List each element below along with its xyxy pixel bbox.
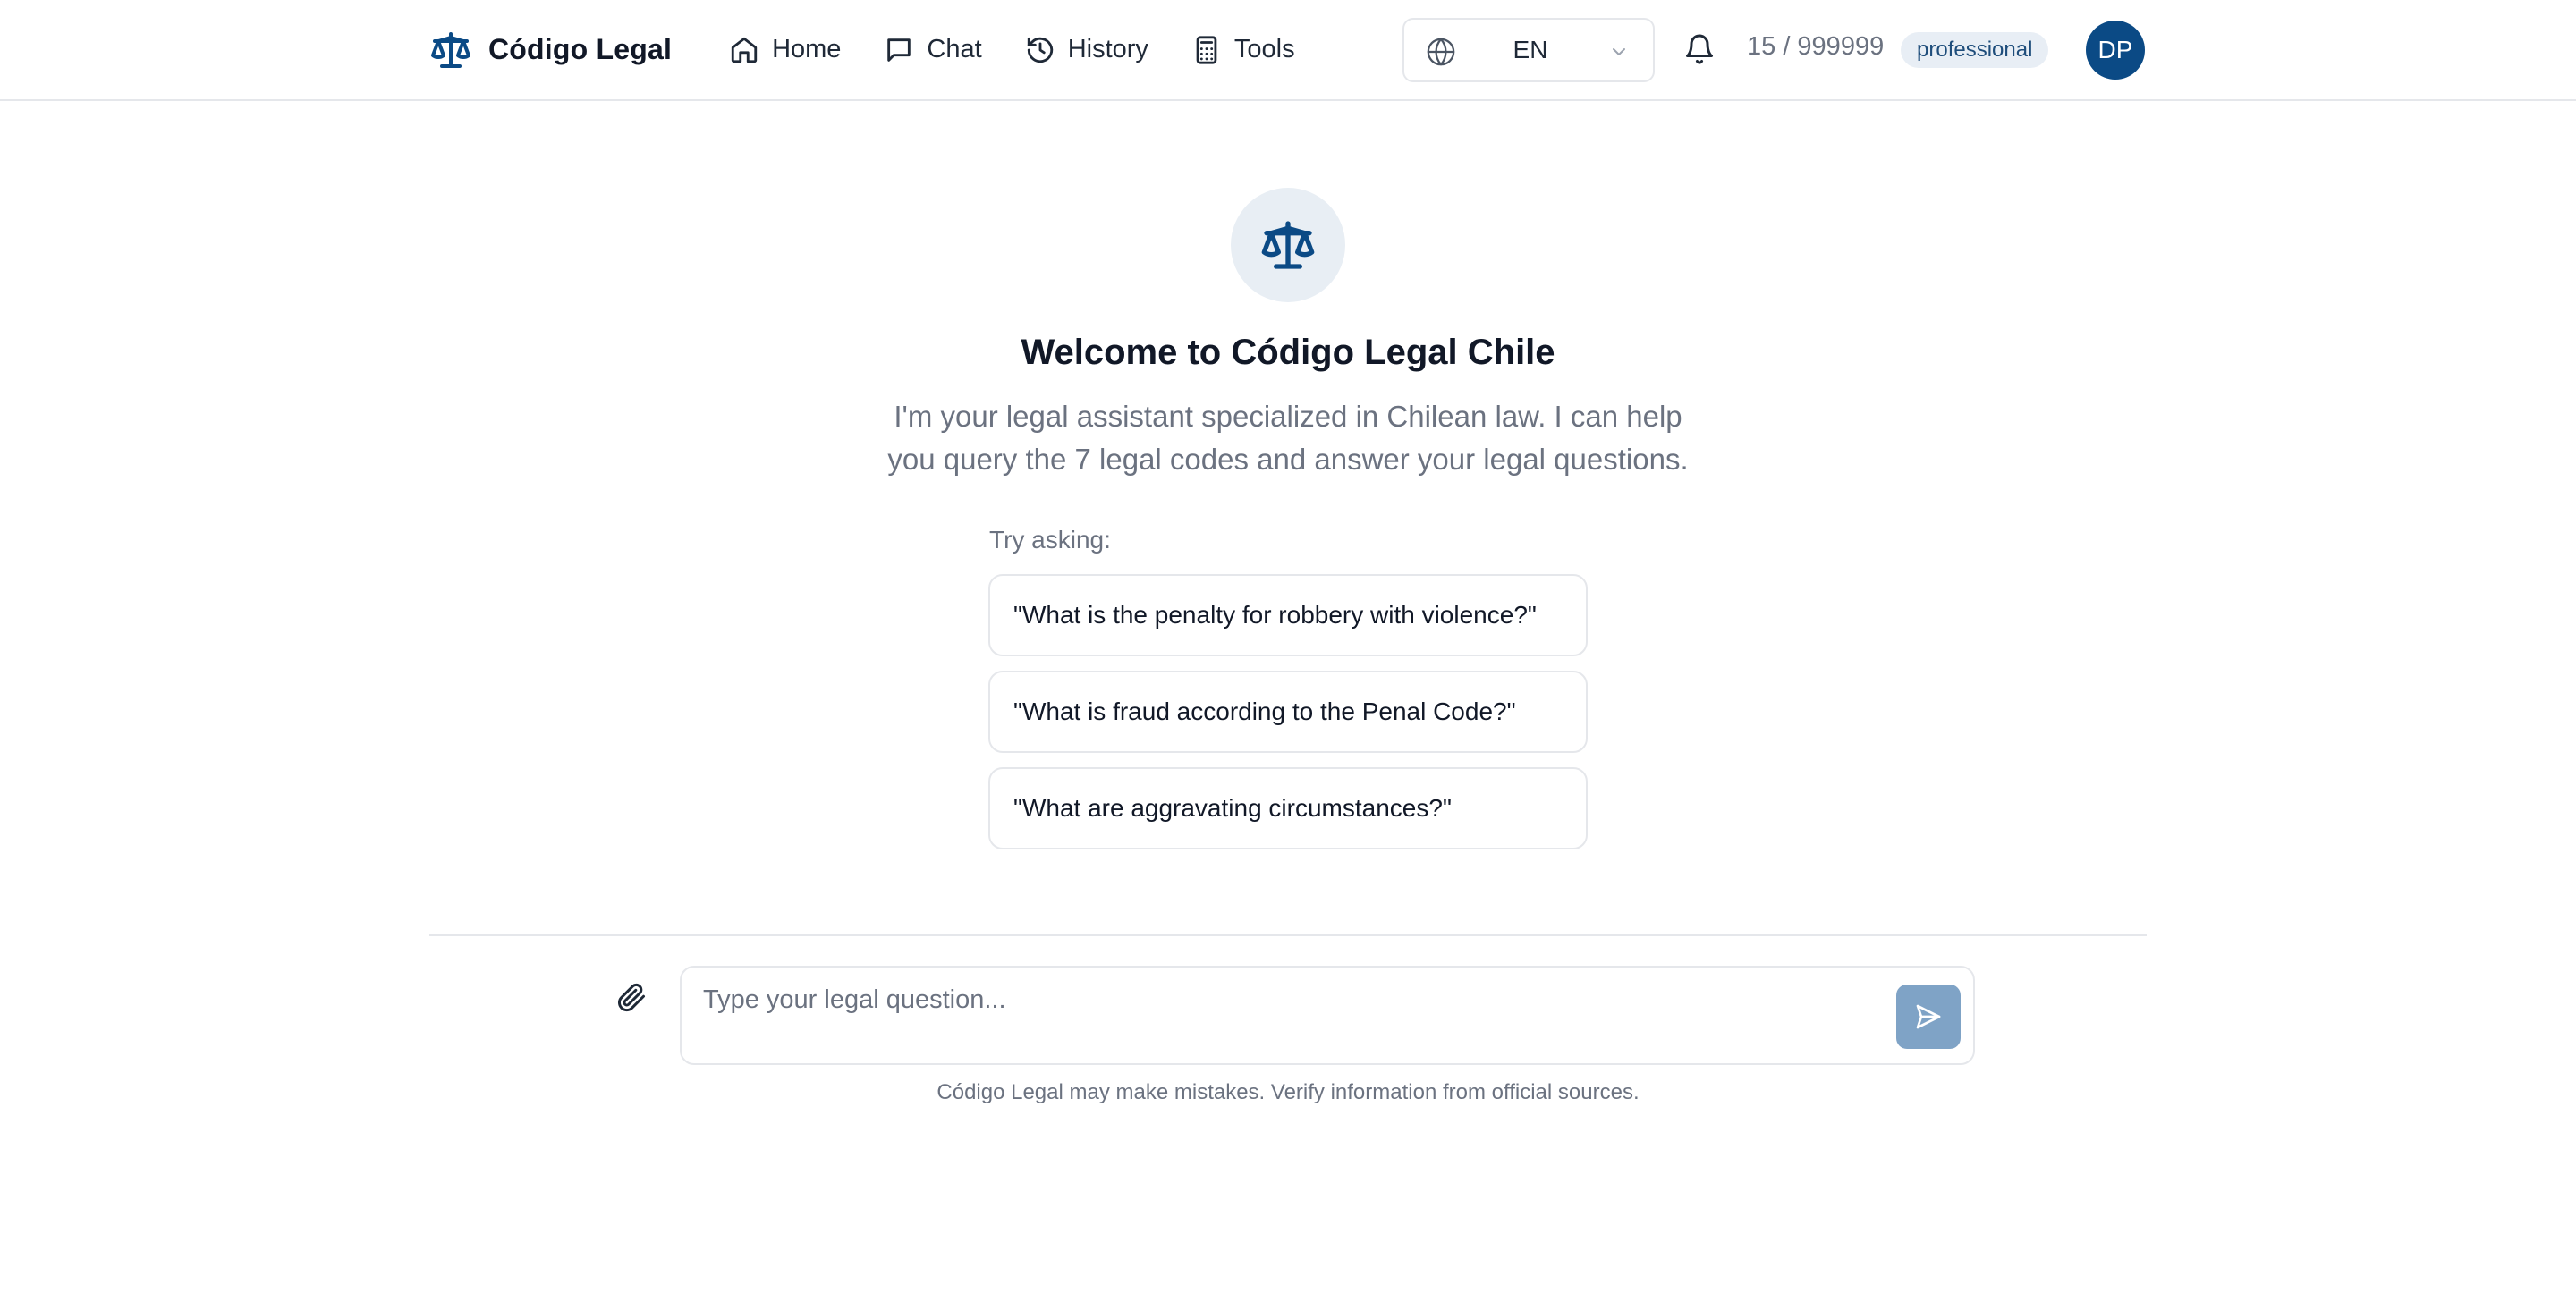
app-root: Código Legal Home Chat History Tools EN … <box>0 0 2576 1293</box>
calculator-icon <box>1196 35 1217 64</box>
question-input[interactable] <box>703 985 1812 1048</box>
welcome-title: Welcome to Código Legal Chile <box>1021 333 1555 372</box>
message-composer <box>680 966 1975 1065</box>
nav-item-home[interactable]: Home <box>729 35 841 65</box>
nav-item-chat[interactable]: Chat <box>884 35 982 65</box>
paperclip-icon[interactable] <box>615 981 648 1013</box>
send-button[interactable] <box>1896 985 1961 1049</box>
nav-label-home: Home <box>772 35 842 63</box>
nav-item-history[interactable]: History <box>1025 35 1148 65</box>
disclaimer-text: Código Legal may make mistakes. Verify i… <box>936 1080 1640 1104</box>
chat-icon <box>887 38 911 62</box>
brand-name: Código Legal <box>488 33 673 65</box>
send-icon <box>1916 1004 1941 1029</box>
scales-icon <box>1261 221 1315 269</box>
usage-counter: 15 / 999999 <box>1747 32 1885 61</box>
bell-icon[interactable] <box>1683 33 1716 65</box>
nav-label-tools: Tools <box>1233 35 1295 63</box>
nav-label-chat: Chat <box>927 35 982 63</box>
hero-icon-circle <box>1231 188 1345 302</box>
suggestion-button-3[interactable]: "What are aggravating circumstances?" <box>988 767 1588 849</box>
history-icon <box>1027 37 1053 63</box>
language-select[interactable]: EN <box>1402 18 1655 82</box>
suggestion-button-2[interactable]: "What is fraud according to the Penal Co… <box>988 671 1588 753</box>
header-inner: Código Legal Home Chat History Tools EN … <box>429 0 2147 99</box>
composer-divider <box>429 934 2147 936</box>
top-header: Código Legal Home Chat History Tools EN … <box>0 0 2576 101</box>
plan-badge: professional <box>1901 32 2049 68</box>
scales-icon <box>431 31 470 68</box>
welcome-description: I'm your legal assistant specialized in … <box>887 400 1689 476</box>
suggestion-button-1[interactable]: "What is the penalty for robbery with vi… <box>988 574 1588 656</box>
brand-logo-link[interactable]: Código Legal <box>429 29 672 72</box>
nav-label-history: History <box>1067 35 1148 63</box>
user-avatar[interactable]: DP <box>2086 21 2145 80</box>
main-nav: Home Chat History Tools <box>729 35 1295 65</box>
home-icon <box>731 37 758 63</box>
chevron-down-icon <box>1613 48 1625 55</box>
nav-item-tools[interactable]: Tools <box>1191 35 1295 65</box>
try-asking-label: Try asking: <box>989 526 1111 554</box>
